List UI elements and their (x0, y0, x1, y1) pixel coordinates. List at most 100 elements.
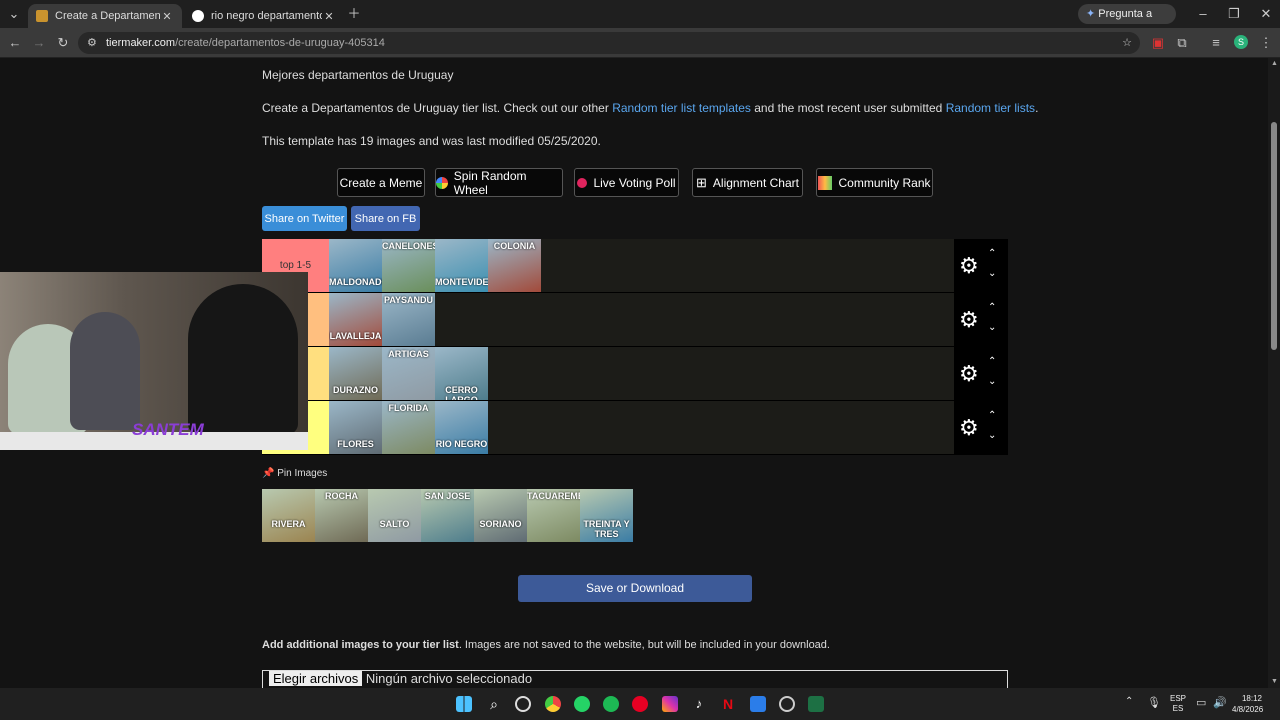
forward-icon[interactable]: → (29, 33, 49, 53)
move-down-icon[interactable]: ⌄ (988, 431, 996, 441)
pool-image[interactable]: RIVERA (262, 489, 315, 542)
move-up-icon[interactable]: ⌃ (988, 249, 996, 259)
pool-image[interactable]: ROCHA (315, 489, 368, 542)
file-upload-field[interactable]: Elegir archivos Ningún archivo seleccion… (262, 670, 1008, 688)
volume-icon[interactable]: 🔊 (1213, 696, 1227, 709)
extensions-puzzle-icon[interactable]: ⧉ (1172, 33, 1192, 53)
tier-image[interactable]: MALDONADO (329, 239, 382, 292)
excel-icon[interactable] (808, 696, 824, 712)
gear-icon[interactable]: ⚙ (959, 309, 979, 331)
tier-image-label: ARTIGAS (388, 349, 429, 359)
choose-files-button[interactable]: Elegir archivos (269, 671, 363, 686)
chrome-icon[interactable] (545, 696, 561, 712)
site-info-icon[interactable]: ⚙ (87, 32, 97, 54)
clock[interactable]: 18:12 4/8/2026 (1232, 693, 1263, 715)
pool-image[interactable]: SAN JOSE (421, 489, 474, 542)
move-up-icon[interactable]: ⌃ (988, 357, 996, 367)
tray-chevron-icon[interactable]: ⌃ (1125, 696, 1133, 707)
profile-avatar[interactable]: S (1234, 35, 1248, 49)
gear-icon[interactable]: ⚙ (959, 363, 979, 385)
tab-tiermaker[interactable]: Create a Departamentos de Uru ✕ (28, 4, 182, 28)
tier-image[interactable]: MONTEVIDEO (435, 239, 488, 292)
spin-wheel-button[interactable]: Spin Random Wheel (435, 168, 563, 197)
tier-row: top 1-5MALDONADOCANELONESMONTEVIDEOCOLON… (262, 239, 1008, 293)
language-indicator[interactable]: ESP ES (1170, 694, 1186, 714)
alignment-chart-button[interactable]: ⊞ Alignment Chart (692, 168, 803, 197)
tab-google[interactable]: rio negro departamento - Busc ✕ (184, 4, 344, 28)
netflix-icon[interactable]: N (720, 696, 736, 712)
media-queue-icon[interactable]: ≡ (1206, 33, 1226, 53)
mic-icon[interactable]: 🎙 (1147, 696, 1161, 709)
close-icon[interactable]: ✕ (322, 10, 336, 23)
minimize-icon[interactable]: – (1193, 4, 1213, 24)
url-input[interactable]: ⚙ tiermaker.com/create/departamentos-de-… (78, 32, 1140, 54)
instagram-icon[interactable] (662, 696, 678, 712)
scroll-down-icon[interactable]: ▼ (1271, 678, 1278, 685)
tier-image[interactable]: FLORIDA (382, 401, 435, 454)
extension-icon[interactable]: ▣ (1148, 33, 1168, 53)
back-icon[interactable]: ← (5, 33, 25, 53)
random-tier-lists-link[interactable]: Random tier lists (946, 101, 1035, 115)
rank-grid-icon (818, 175, 833, 190)
move-down-icon[interactable]: ⌄ (988, 269, 996, 279)
gear-icon[interactable]: ⚙ (959, 255, 979, 277)
windows-start-icon[interactable] (456, 696, 472, 712)
save-download-button[interactable]: Save or Download (518, 575, 752, 602)
random-templates-link[interactable]: Random tier list templates (612, 101, 751, 115)
share-fb-button[interactable]: Share on FB (351, 206, 420, 231)
bookmark-star-icon[interactable]: ☆ (1122, 32, 1132, 54)
create-meme-button[interactable]: Create a Meme (337, 168, 425, 197)
pin-images-label: Pin Images (277, 468, 328, 479)
community-rank-button[interactable]: Community Rank (816, 168, 933, 197)
tier-image[interactable]: PAYSANDU (382, 293, 435, 346)
openai-app-icon[interactable] (779, 696, 795, 712)
gemini-button[interactable]: ✦ Pregunta a Gemini (1078, 4, 1176, 40)
live-poll-button[interactable]: Live Voting Poll (574, 168, 679, 197)
tier-image-label: LAVALLEJA (329, 331, 382, 341)
window-close-icon[interactable]: ✕ (1256, 4, 1276, 24)
tier-image[interactable]: ARTIGAS (382, 347, 435, 400)
tier-controls: ⚙ ⌃ ⌄ (954, 293, 1008, 347)
tier-image[interactable]: FLORES (329, 401, 382, 454)
scroll-up-icon[interactable]: ▲ (1271, 60, 1278, 67)
live-poll-label: Live Voting Poll (593, 175, 676, 190)
record-dot-icon (577, 177, 588, 188)
share-twitter-button[interactable]: Share on Twitter (262, 206, 347, 231)
page-scrollbar[interactable]: ▲ ▼ (1268, 58, 1280, 688)
pool-image[interactable]: TACUAREMBO (527, 489, 580, 542)
reload-icon[interactable]: ↻ (53, 33, 73, 53)
tier-image[interactable]: RIO NEGRO (435, 401, 488, 454)
tier-image-label: RIO NEGRO (435, 439, 488, 449)
pool-image[interactable]: TREINTA Y TRES (580, 489, 633, 542)
add-images-rest: . Images are not saved to the website, b… (458, 639, 830, 651)
pool-image[interactable]: SORIANO (474, 489, 527, 542)
chatgpt-icon[interactable] (515, 696, 531, 712)
save-download-label: Save or Download (585, 581, 685, 595)
tier-image[interactable]: LAVALLEJA (329, 293, 382, 346)
scroll-thumb[interactable] (1271, 122, 1277, 350)
move-up-icon[interactable]: ⌃ (988, 303, 996, 313)
move-up-icon[interactable]: ⌃ (988, 411, 996, 421)
whatsapp-icon[interactable] (574, 696, 590, 712)
move-down-icon[interactable]: ⌄ (988, 323, 996, 333)
tier-image[interactable]: CANELONES (382, 239, 435, 292)
gear-icon[interactable]: ⚙ (959, 417, 979, 439)
pin-images-toggle[interactable]: 📌 Pin Images (262, 468, 327, 479)
new-tab-icon[interactable]: ＋ (344, 4, 364, 24)
search-icon[interactable]: ⌕ (486, 696, 502, 712)
menu-kebab-icon[interactable]: ⋮ (1256, 33, 1276, 53)
photos-icon[interactable] (750, 696, 766, 712)
pool-image[interactable]: SALTO (368, 489, 421, 542)
tier-image[interactable]: COLONIA (488, 239, 541, 292)
tiktok-icon[interactable]: ♪ (691, 696, 707, 712)
tab-search-icon[interactable]: ⌄ (4, 4, 24, 24)
network-icon[interactable]: ▭ (1196, 696, 1206, 709)
pinterest-icon[interactable] (632, 696, 648, 712)
restore-icon[interactable]: ❐ (1224, 4, 1244, 24)
move-down-icon[interactable]: ⌄ (988, 377, 996, 387)
tier-image[interactable]: DURAZNO (329, 347, 382, 400)
close-icon[interactable]: ✕ (160, 10, 174, 23)
spotify-icon[interactable] (603, 696, 619, 712)
tier-image-label: FLORES (337, 439, 374, 449)
tier-image[interactable]: CERRO LARGO (435, 347, 488, 400)
